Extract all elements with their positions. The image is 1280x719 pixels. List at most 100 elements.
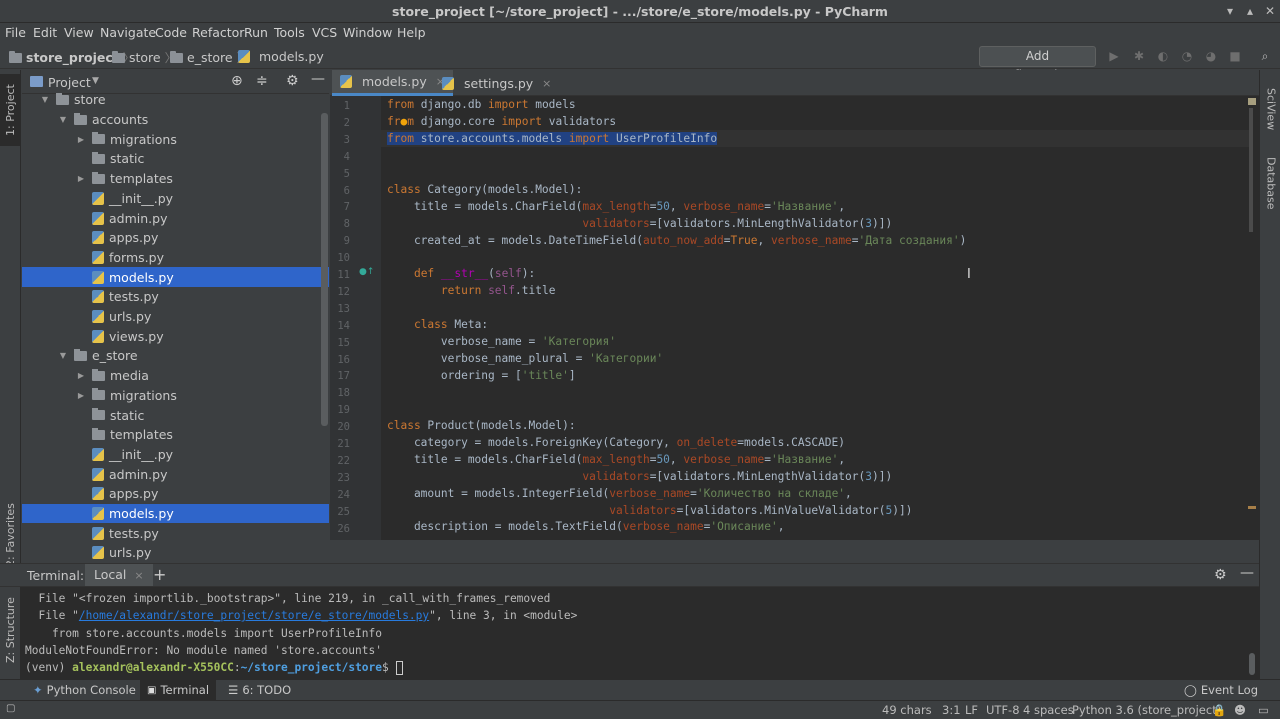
tab-python-console[interactable]: ✦ Python Console — [33, 683, 136, 697]
warning-stripe[interactable] — [1248, 506, 1256, 509]
project-scrollbar[interactable] — [321, 113, 328, 426]
close-tab-icon[interactable]: × — [134, 569, 143, 582]
menu-run[interactable]: Run — [244, 25, 268, 40]
menu-code[interactable]: Code — [155, 25, 187, 40]
tree-item[interactable]: ▶ templates — [22, 169, 329, 189]
new-terminal-icon[interactable]: + — [153, 565, 166, 584]
profile-icon[interactable]: ◔ — [1179, 48, 1195, 64]
tree-item[interactable]: ▶ media — [22, 366, 329, 386]
breadcrumb-store[interactable]: store〉 — [112, 49, 177, 66]
tree-item[interactable]: apps.py — [22, 228, 329, 248]
terminal-scrollbar[interactable] — [1249, 653, 1255, 675]
menu-edit[interactable]: Edit — [33, 25, 57, 40]
collapse-all-icon[interactable]: ≑ — [256, 73, 268, 89]
terminal-output[interactable]: File "<frozen importlib._bootstrap>", li… — [21, 587, 1259, 679]
close-icon[interactable]: ✕ — [1262, 3, 1278, 19]
project-view-selector[interactable]: Project — [48, 75, 91, 90]
menu-file[interactable]: File — [5, 25, 26, 40]
chevron-down-icon[interactable]: ▼ — [58, 351, 68, 360]
indent-setting[interactable]: 4 spaces — [1023, 703, 1074, 717]
tree-item[interactable]: apps.py — [22, 484, 329, 504]
chevron-down-icon[interactable]: ▼ — [58, 115, 68, 124]
tree-item[interactable]: ▶ migrations — [22, 129, 329, 149]
tree-item[interactable]: urls.py — [22, 307, 329, 327]
breadcrumb-e-store[interactable]: e_store〉 — [170, 49, 249, 66]
notifications-icon[interactable]: ▭ — [1258, 703, 1269, 717]
override-marker-icon[interactable]: ●↑ — [359, 267, 374, 277]
search-icon[interactable]: ⌕ — [1257, 48, 1273, 64]
caret-position[interactable]: 3:1 — [942, 703, 961, 717]
run-icon[interactable]: ▶ — [1106, 48, 1122, 64]
chevron-down-icon[interactable]: ▼ — [40, 95, 50, 104]
stop-icon[interactable]: ■ — [1227, 48, 1243, 64]
tree-item[interactable]: admin.py — [22, 208, 329, 228]
editor-scrollbar[interactable] — [1248, 96, 1257, 540]
concurrency-icon[interactable]: ◕ — [1203, 48, 1219, 64]
minimize-icon[interactable]: ▾ — [1222, 3, 1238, 19]
chevron-right-icon[interactable]: ▶ — [76, 391, 86, 400]
menu-refactor[interactable]: Refactor — [192, 25, 244, 40]
tree-item-label: tests.py — [109, 525, 159, 541]
locate-icon[interactable]: ⊕ — [231, 73, 243, 89]
favorites-tool-tab[interactable]: 2: Favorites — [0, 498, 21, 572]
python-file-icon — [92, 191, 104, 205]
tree-item[interactable]: ▶ migrations — [22, 386, 329, 406]
tree-item[interactable]: static — [22, 149, 329, 169]
tree-item[interactable]: templates — [22, 425, 329, 445]
debug-icon[interactable]: ✱ — [1131, 48, 1147, 64]
hide-panel-icon[interactable]: — — [1240, 565, 1254, 581]
warning-marker[interactable] — [1248, 98, 1256, 105]
menu-help[interactable]: Help — [397, 25, 426, 40]
tree-item[interactable]: models.py — [22, 267, 329, 287]
tree-item[interactable]: forms.py — [22, 248, 329, 268]
tab-local[interactable]: Local × — [85, 564, 153, 586]
user-host: alexandr@alexandr-X550CC — [72, 661, 234, 674]
chevron-down-icon[interactable]: ▼ — [92, 76, 99, 86]
chevron-right-icon[interactable]: ▶ — [76, 174, 86, 183]
scroll-thumb[interactable] — [1249, 108, 1253, 232]
database-tool-tab[interactable]: Database — [1261, 148, 1280, 218]
menu-tools[interactable]: Tools — [274, 25, 305, 40]
line-separator[interactable]: LF — [965, 703, 978, 717]
file-encoding[interactable]: UTF-8 — [986, 703, 1020, 717]
tree-item[interactable]: models.py — [22, 503, 329, 524]
chevron-right-icon[interactable]: ▶ — [76, 135, 86, 144]
tree-item[interactable]: tests.py — [22, 523, 329, 543]
tree-item[interactable]: tests.py — [22, 287, 329, 307]
breadcrumb-models-py[interactable]: models.py — [238, 49, 324, 64]
tab-settings-py[interactable]: settings.py × — [434, 70, 559, 96]
tree-item[interactable]: ▼ e_store — [22, 346, 329, 366]
menu-vcs[interactable]: VCS — [312, 25, 337, 40]
gear-icon[interactable]: ⚙ — [286, 73, 299, 89]
tree-item[interactable]: views.py — [22, 326, 329, 346]
menu-navigate[interactable]: Navigate — [100, 25, 156, 40]
tree-item[interactable]: urls.py — [22, 543, 329, 563]
tab-event-log[interactable]: ◯ Event Log — [1184, 683, 1258, 697]
sciview-tool-tab[interactable]: SciView — [1261, 76, 1280, 142]
hide-panel-icon[interactable]: — — [311, 71, 325, 87]
line-number: 19 — [337, 404, 350, 417]
tree-item[interactable]: __init__.py — [22, 445, 329, 465]
tree-item[interactable]: __init__.py — [22, 189, 329, 209]
tree-item[interactable]: admin.py — [22, 464, 329, 484]
coverage-icon[interactable]: ◐ — [1155, 48, 1171, 64]
close-tab-icon[interactable]: × — [542, 77, 551, 90]
chevron-right-icon[interactable]: ▶ — [76, 371, 86, 380]
tree-item[interactable]: static — [22, 405, 329, 425]
gear-icon[interactable]: ⚙ — [1214, 567, 1227, 583]
inspector-icon[interactable]: ☻ — [1234, 703, 1246, 717]
project-tool-tab[interactable]: 1: Project — [0, 74, 21, 146]
tab-todo[interactable]: ☰ 6: TODO — [228, 683, 291, 697]
toggle-tool-windows-icon[interactable]: ▢ — [6, 703, 15, 714]
structure-tool-tab[interactable]: Z: Structure — [0, 590, 21, 670]
menu-window[interactable]: Window — [343, 25, 392, 40]
add-configuration-button[interactable]: Add Configuration... — [979, 46, 1096, 82]
python-interpreter[interactable]: Python 3.6 (store_project) — [1072, 703, 1221, 717]
lock-icon[interactable]: 🔒 — [1212, 703, 1226, 717]
tree-item[interactable]: ▼ store — [22, 90, 329, 110]
tab-terminal[interactable]: ▣ Terminal — [140, 680, 217, 700]
maximize-icon[interactable]: ▴ — [1242, 3, 1258, 19]
tree-item[interactable]: ▼ accounts — [22, 110, 329, 130]
menu-view[interactable]: View — [64, 25, 94, 40]
file-link[interactable]: /home/alexandr/store_project/store/e_sto… — [79, 609, 429, 622]
